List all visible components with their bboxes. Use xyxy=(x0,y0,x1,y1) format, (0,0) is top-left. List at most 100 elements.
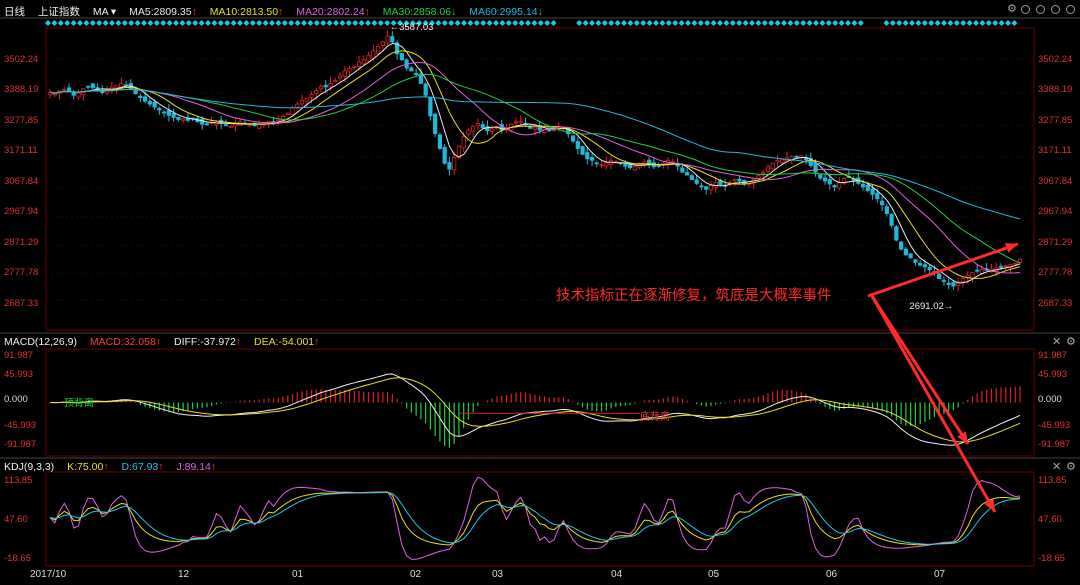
low-price-label: 2691.02→ xyxy=(909,301,953,312)
price-tick: 3171.11 xyxy=(1038,145,1072,156)
kdj-title[interactable]: KDJ(9,3,3) xyxy=(4,461,54,473)
time-tick: 03 xyxy=(492,569,504,580)
signal-diamond xyxy=(800,20,807,26)
signal-diamond xyxy=(608,20,615,26)
indicator-select[interactable]: MA ▾ xyxy=(93,6,116,18)
signal-diamond xyxy=(256,20,263,26)
candle-body xyxy=(518,120,523,123)
stock-chart: ←3587.03 2691.02→ 顶背离底背离 xyxy=(0,17,1080,567)
signal-diamond xyxy=(115,20,122,26)
ma60-label: MA60:2995.14↓ xyxy=(469,6,543,18)
candle-body xyxy=(570,135,576,142)
kdj-settings-gear-icon[interactable]: ⚙ xyxy=(1066,462,1076,473)
signal-diamond xyxy=(441,20,448,26)
candle-body xyxy=(699,185,704,188)
signal-diamond xyxy=(307,20,314,26)
high-price-label: ←3587.03 xyxy=(390,22,434,33)
candle-body xyxy=(152,101,157,108)
signal-diamond xyxy=(518,20,525,26)
signal-diamond xyxy=(729,20,736,26)
macd-value: MACD:32.058↑ xyxy=(89,336,162,348)
settings-gear-icon[interactable]: ⚙ xyxy=(1007,4,1017,15)
signal-diamond xyxy=(992,20,999,26)
candle-body xyxy=(114,85,119,89)
candle-body xyxy=(480,124,485,129)
price-tick: 3171.11 xyxy=(4,145,38,156)
arrow-to-price-head xyxy=(1005,243,1018,253)
signal-diamond xyxy=(352,20,359,26)
candle-body xyxy=(908,253,913,259)
time-tick: 2017/10 xyxy=(30,569,67,580)
candle-body xyxy=(827,179,832,185)
signal-diamond xyxy=(467,20,474,26)
candle-body xyxy=(366,54,371,62)
macd-title[interactable]: MACD(12,26,9) xyxy=(4,336,77,348)
macd-settings-gear-icon[interactable]: ⚙ xyxy=(1066,337,1076,348)
candle-body xyxy=(922,264,928,268)
candle-body xyxy=(385,35,390,44)
candle-body xyxy=(822,177,828,182)
signal-diamond xyxy=(134,20,141,26)
price-tick: 3502.24 xyxy=(1038,54,1073,65)
signal-diamond xyxy=(1005,20,1011,26)
candle-body xyxy=(337,75,343,79)
minimize-icon[interactable] xyxy=(1036,5,1045,14)
ma10-line xyxy=(49,50,1021,279)
signal-diamond xyxy=(480,20,487,26)
price-tick: 2871.29 xyxy=(4,237,39,248)
candle-body xyxy=(1013,262,1018,265)
price-tick: 2687.33 xyxy=(4,298,39,309)
close-icon[interactable] xyxy=(1066,5,1075,14)
signal-diamond xyxy=(889,20,896,26)
candle-body xyxy=(375,46,381,54)
candle-body xyxy=(513,121,519,124)
candle-body xyxy=(803,157,809,161)
candle-body xyxy=(860,183,866,188)
price-tick: 2967.94 xyxy=(1038,206,1073,217)
kdj-close-icon[interactable]: ✕ xyxy=(1052,462,1061,473)
candle-body xyxy=(894,226,899,241)
signal-diamond xyxy=(659,20,666,26)
maximize-icon[interactable] xyxy=(1051,5,1060,14)
candle-body xyxy=(899,241,904,250)
zoom-out-icon[interactable] xyxy=(1021,5,1030,14)
j-value: J:89.14↑ xyxy=(176,461,217,473)
annotation-text: 技术指标正在逐渐修复，筑底是大概率事件 xyxy=(556,288,832,304)
signal-diamond xyxy=(998,20,1005,26)
signal-diamond xyxy=(249,20,256,26)
signal-diamond xyxy=(109,20,115,26)
candle-body xyxy=(295,103,300,108)
candle-body xyxy=(333,80,338,83)
signal-diamond xyxy=(281,20,288,26)
macd-tick: 91.987 xyxy=(4,350,34,361)
time-tick: 02 xyxy=(410,569,422,580)
signal-diamond xyxy=(493,20,499,26)
kdj-tick: 113.85 xyxy=(1038,475,1067,486)
signal-diamond xyxy=(787,20,794,26)
signal-diamond xyxy=(473,20,480,26)
signal-diamond xyxy=(147,20,154,26)
candle-body xyxy=(166,110,171,116)
signal-diamonds xyxy=(45,20,1018,26)
candle-body xyxy=(200,118,205,125)
candle-body xyxy=(951,282,956,287)
signal-diamond xyxy=(640,20,647,26)
time-tick: 04 xyxy=(611,569,623,580)
candle-body xyxy=(85,85,91,88)
candle-body xyxy=(90,83,95,89)
candle-body xyxy=(1003,265,1008,267)
candle-body xyxy=(328,83,333,88)
price-tick: 3277.85 xyxy=(1038,115,1073,126)
candle-body xyxy=(818,174,823,179)
candle-body xyxy=(162,111,167,114)
signal-diamond xyxy=(857,20,864,26)
period-label[interactable]: 日线 xyxy=(4,6,25,18)
signal-diamond xyxy=(909,20,915,26)
signal-diamond xyxy=(461,20,467,26)
candle-body xyxy=(371,50,376,59)
macd-close-icon[interactable]: ✕ xyxy=(1052,337,1061,348)
candle-body xyxy=(314,90,319,95)
signal-diamond xyxy=(230,20,237,26)
candle-body xyxy=(580,146,585,155)
candle-body xyxy=(399,53,404,61)
